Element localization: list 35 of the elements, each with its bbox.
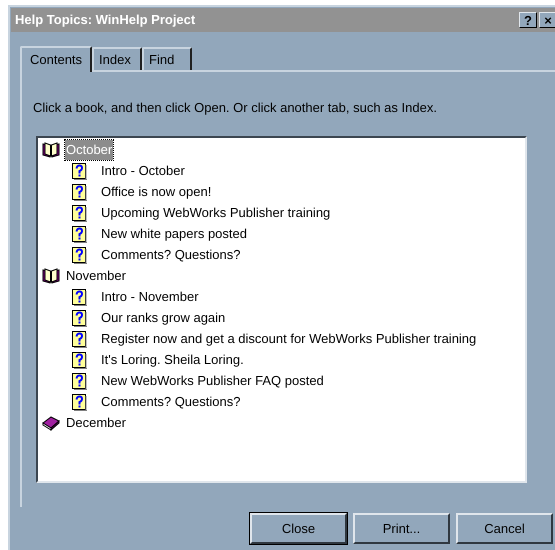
help-topic-icon <box>72 372 87 390</box>
help-topic-icon <box>72 162 87 180</box>
topic-item[interactable]: Office is now open! <box>100 182 212 202</box>
help-topic-icon <box>72 204 87 222</box>
dialog-button[interactable]: Cancel <box>456 513 553 544</box>
help-topic-icon <box>72 352 87 368</box>
topic-item[interactable]: Intro - November <box>100 287 200 307</box>
help-topic-icon <box>72 330 87 348</box>
topic-item[interactable]: Register now and get a discount for WebWorks Publisher training <box>100 329 478 349</box>
book-item[interactable]: December <box>65 413 127 433</box>
dialog-button[interactable]: Close <box>250 513 347 544</box>
close-button[interactable]: × <box>539 12 555 28</box>
dialog-button[interactable]: Print... <box>353 513 450 544</box>
tab[interactable]: Index <box>92 47 142 70</box>
tab[interactable]: Contents <box>20 46 92 72</box>
topic-item[interactable]: New WebWorks Publisher FAQ posted <box>100 371 325 391</box>
topic-item[interactable]: Our ranks grow again <box>100 308 226 328</box>
instruction-text: Click a book, and then click Open. Or click another tab, such as Index. <box>33 99 438 117</box>
help-topic-icon <box>72 394 87 410</box>
topic-item[interactable]: Upcoming WebWorks Publisher training <box>100 203 332 223</box>
book-item[interactable]: November <box>65 266 127 286</box>
topic-item[interactable]: Intro - October <box>100 161 186 181</box>
contents-list[interactable] <box>36 136 527 482</box>
topic-item[interactable]: Comments? Questions? <box>100 245 242 265</box>
topic-item[interactable]: Comments? Questions? <box>100 392 242 412</box>
help-topic-icon <box>72 226 87 242</box>
help-topic-icon <box>72 246 87 264</box>
topic-item[interactable]: It's Loring. Sheila Loring. <box>100 350 245 370</box>
tab[interactable]: Find <box>142 47 192 70</box>
window-title: Help Topics: WinHelp Project <box>15 11 196 30</box>
help-button[interactable]: ? <box>519 12 537 28</box>
help-topic-icon <box>72 310 87 326</box>
topic-item[interactable]: New white papers posted <box>100 224 248 244</box>
help-topic-icon <box>72 288 87 306</box>
help-topic-icon <box>72 184 87 200</box>
